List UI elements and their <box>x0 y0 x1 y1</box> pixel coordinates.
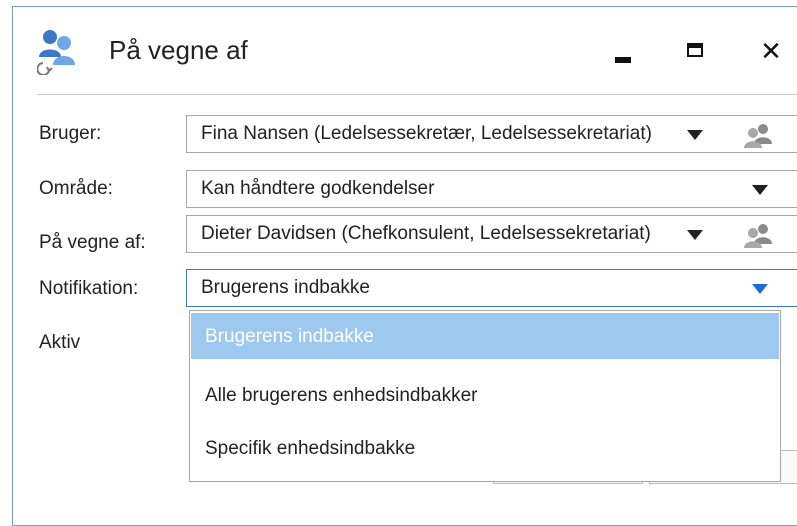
notifikation-select[interactable]: Brugerens indbakke <box>186 269 797 307</box>
notifikation-dropdown-list: Brugerens indbakke Alle brugerens enheds… <box>189 310 781 482</box>
chevron-down-icon[interactable] <box>752 284 768 294</box>
dropdown-option-specifik-enhedsindbakke[interactable]: Specifik enhedsindbakke <box>191 425 779 471</box>
title-separator <box>37 94 797 95</box>
bruger-select[interactable]: Fina Nansen (Ledelsessekretær, Ledelsess… <box>186 115 797 153</box>
dropdown-option-alle-enhedsindbakker[interactable]: Alle brugerens enhedsindbakker <box>191 372 779 418</box>
dropdown-option-label: Brugerens indbakke <box>205 326 374 347</box>
chevron-down-icon[interactable] <box>687 230 703 240</box>
maximize-button[interactable] <box>675 31 715 71</box>
people-picker-icon[interactable] <box>743 222 773 248</box>
notifikation-label: Notifikation: <box>39 278 139 299</box>
chevron-down-icon[interactable] <box>752 185 768 195</box>
dropdown-option-label: Alle brugerens enhedsindbakker <box>205 385 478 406</box>
close-button[interactable]: ✕ <box>751 31 791 71</box>
people-picker-icon[interactable] <box>743 122 773 148</box>
chevron-down-icon[interactable] <box>687 130 703 140</box>
paa-vegne-af-label: På vegne af: <box>39 232 146 253</box>
dropdown-option-brugerens-indbakke[interactable]: Brugerens indbakke <box>191 313 779 359</box>
aktiv-label: Aktiv <box>39 332 81 353</box>
paa-vegne-af-select[interactable]: Dieter Davidsen (Chefkonsulent, Ledelses… <box>186 215 797 253</box>
bruger-value: Fina Nansen (Ledelsessekretær, Ledelsess… <box>201 123 652 144</box>
omraade-label: Område: <box>39 178 113 199</box>
window-title: På vegne af <box>109 35 248 65</box>
paa-vegne-af-value: Dieter Davidsen (Chefkonsulent, Ledelses… <box>201 223 651 244</box>
notifikation-value: Brugerens indbakke <box>201 277 370 298</box>
dropdown-option-label: Specifik enhedsindbakke <box>205 438 416 459</box>
minimize-button[interactable] <box>603 31 643 71</box>
title-bar: På vegne af ✕ <box>13 7 797 85</box>
users-swap-icon <box>37 30 75 75</box>
bruger-label: Bruger: <box>39 123 102 144</box>
omraade-value: Kan håndtere godkendelser <box>201 178 435 199</box>
dialog-window: På vegne af ✕ Bruger: Fina Nansen (Ledel… <box>12 6 797 526</box>
omraade-select[interactable]: Kan håndtere godkendelser <box>186 170 797 208</box>
